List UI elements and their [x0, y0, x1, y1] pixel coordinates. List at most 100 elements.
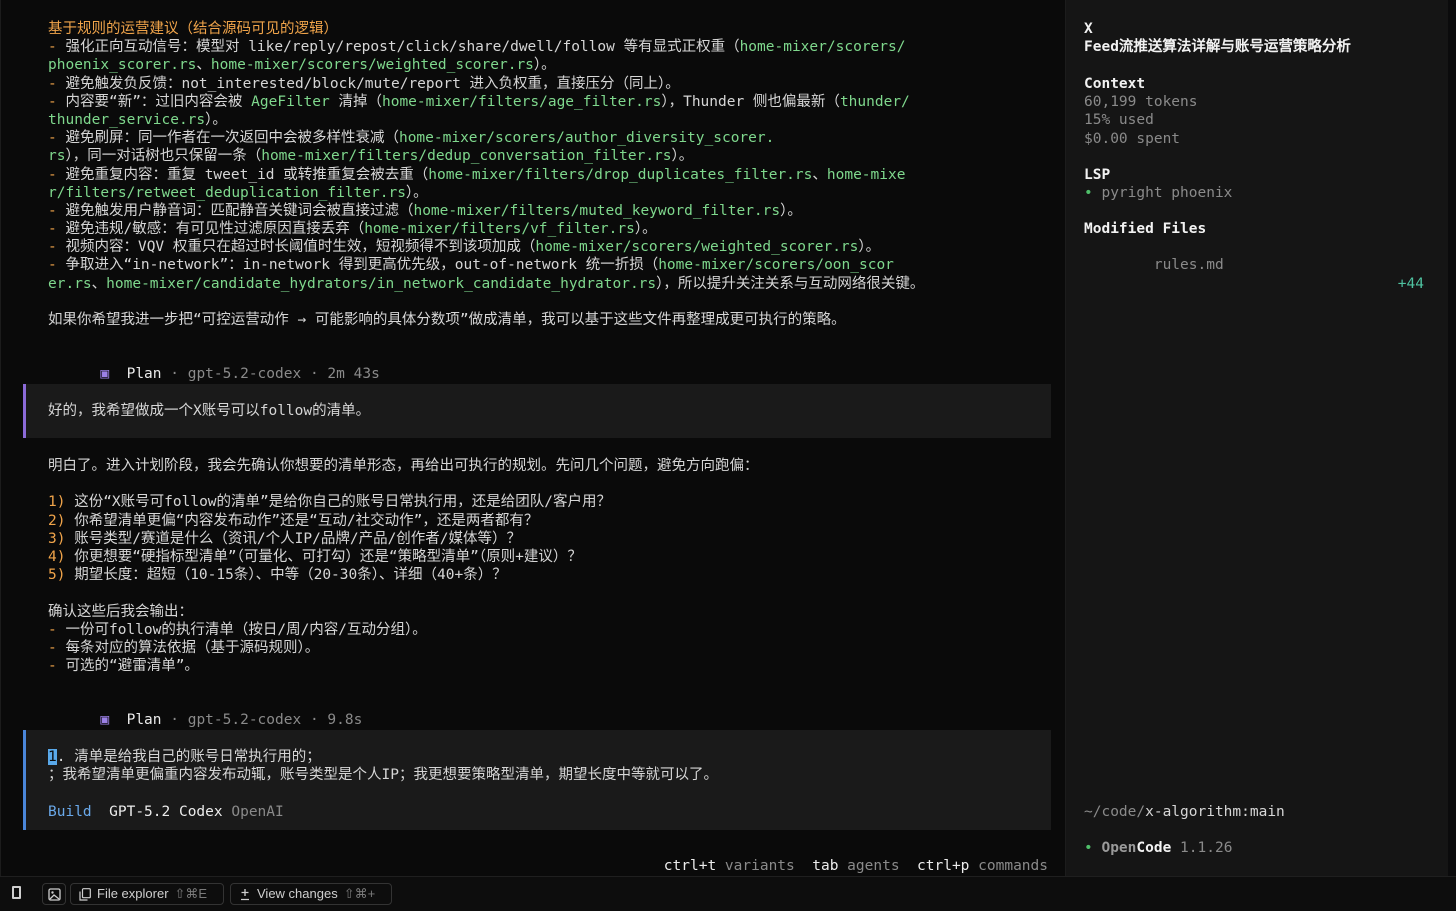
message-line: - 视频内容：VQV 权重只在超过时长阈值时生效，短视频得不到该项加成（home…: [48, 238, 924, 256]
message-line: - 避免违规/敏感：有可见性过滤原因直接丢弃（home-mixer/filter…: [48, 220, 924, 238]
file-path-link[interactable]: rs: [48, 148, 65, 164]
file-path-link[interactable]: thunder_service.rs: [48, 112, 205, 128]
file-path-link[interactable]: AgeFilter: [251, 94, 330, 110]
message-text: -: [48, 39, 66, 56]
message-line: 明白了。进入计划阶段，我会先确认你想要的清单形态，再给出可执行的规划。先问几个问…: [48, 457, 759, 475]
message-line: [48, 584, 759, 602]
file-explorer-label: File explorer: [97, 886, 169, 901]
file-path-link[interactable]: home-mixer/filters/age_filter.rs: [382, 94, 661, 110]
message-text: 4): [48, 548, 75, 565]
status-dot-icon: •: [1084, 185, 1093, 202]
app-window: 基于规则的运营建议（结合源码可见的逻辑） - 强化正向互动信号：模型对 like/…: [0, 0, 1456, 911]
context-section: Context 60,199 tokens 15% used $0.00 spe…: [1084, 75, 1198, 148]
repo-path: ~/code/x-algorithm:main: [1084, 803, 1285, 821]
chat-panel: 基于规则的运营建议（结合源码可见的逻辑） - 强化正向互动信号：模型对 like/…: [0, 0, 1066, 876]
message-text: 5): [48, 567, 75, 584]
hint-commands[interactable]: commands: [978, 858, 1048, 874]
message-line: - 内容要“新”：过旧内容会被 AgeFilter 清掉（home-mixer/…: [48, 93, 924, 111]
message-text: 你希望清单更偏“内容发布动作”还是“互动/社交动作”，还是两者都有？: [74, 512, 539, 529]
file-explorer-button[interactable]: File explorer ⇧⌘E: [70, 883, 224, 905]
message-line: 基于规则的运营建议（结合源码可见的逻辑）: [48, 20, 924, 38]
app-version-line: • OpenCode 1.1.26: [1084, 839, 1232, 857]
message-text: 、: [196, 57, 211, 74]
file-path-link[interactable]: home-mixer/filters/drop_duplicates_filte…: [428, 167, 812, 183]
modified-files-heading: Modified Files: [1084, 221, 1207, 237]
hint-agents[interactable]: agents: [847, 858, 899, 874]
status-mode: Plan: [126, 712, 162, 729]
file-path-link[interactable]: home-mixer/filters/vf_filter.rs: [364, 221, 635, 237]
message-text: ），所以提升关注关系与互动网络很关键。: [656, 275, 925, 292]
sidebar-toggle-icon[interactable]: [12, 886, 21, 902]
message-text: 明白了。进入计划阶段，我会先确认你想要的清单形态，再给出可执行的规划。先问几个问…: [48, 458, 759, 474]
message-line: [48, 293, 924, 311]
file-path-link[interactable]: thunder/: [840, 94, 910, 110]
message-text: ）。: [671, 148, 694, 165]
message-text: 可选的“避雷清单”。: [65, 658, 199, 675]
lsp-server: pyright phoenix: [1101, 185, 1233, 202]
text-cursor: 1: [48, 749, 57, 765]
bottom-toolbar: File explorer ⇧⌘E View changes ⇧⌘+: [0, 876, 1456, 911]
image-button[interactable]: [42, 883, 66, 905]
context-used: 15% used: [1084, 112, 1154, 129]
cost-spent: $0.00 spent: [1084, 130, 1181, 147]
plan-icon: ▣: [100, 366, 110, 383]
model-selector[interactable]: GPT-5.2 Codex: [109, 804, 223, 820]
assistant-message-2: 明白了。进入计划阶段，我会先确认你想要的清单形态，再给出可执行的规划。先问几个问…: [48, 457, 759, 675]
file-path-link[interactable]: home-mixer/scorers/: [740, 39, 906, 55]
keyboard-hints: ctrl+t variants tab agents ctrl+p comman…: [611, 839, 1048, 874]
prompt-text: . 清单是给我自己的账号日常执行用的；: [56, 749, 321, 765]
prompt-line-2[interactable]: ；我希望清单更偏重内容发布动辄，账号类型是个人IP；我更想要策略型清单，期望长度…: [48, 766, 718, 784]
hint-variants[interactable]: variants: [725, 858, 795, 874]
hint-key: ctrl+t: [663, 858, 717, 875]
message-text: 避免触发用户静音词：匹配静音关键词会被直接过滤（: [65, 202, 414, 219]
session-title: X: [1084, 21, 1093, 37]
file-path-link[interactable]: home-mixer/candidate_hydrators/in_networ…: [106, 276, 656, 292]
message-text: -: [48, 166, 66, 183]
message-text: 强化正向互动信号：模型对 like/reply/repost/click/sha…: [65, 39, 740, 56]
file-path-link[interactable]: er.rs: [48, 276, 92, 292]
file-explorer-shortcut: ⇧⌘E: [174, 886, 208, 901]
file-path-link[interactable]: home-mixer/scorers/author_diversity_scor…: [399, 130, 774, 146]
agent-selector[interactable]: Build: [48, 804, 92, 820]
file-path-link[interactable]: home-mixer/scorers/oon_scor: [658, 257, 894, 273]
prompt-input[interactable]: 1. 清单是给我自己的账号日常执行用的； ；我希望清单更偏重内容发布动辄，账号类…: [23, 730, 1051, 830]
prompt-line-1[interactable]: 1. 清单是给我自己的账号日常执行用的；: [48, 748, 321, 766]
modified-file-name[interactable]: rules.md: [1154, 257, 1224, 273]
hint-key: ctrl+p: [917, 858, 970, 875]
message-line: 如果你希望我进一步把“可控运营动作 → 可能影响的具体分数项”做成清单，我可以基…: [48, 311, 924, 329]
message-text: -: [48, 93, 66, 110]
message-text: ）。: [533, 57, 556, 74]
file-path-link[interactable]: phoenix_scorer.rs: [48, 57, 196, 73]
message-text: -: [48, 658, 66, 675]
file-path-link[interactable]: home-mixer/scorers/weighted_scorer.rs: [211, 57, 534, 73]
message-text: 基于规则的运营建议（结合源码可见的逻辑）: [48, 21, 338, 37]
provider-label: OpenAI: [231, 804, 284, 820]
path-prefix: ~/code/: [1084, 804, 1146, 820]
message-text: 每条对应的算法依据（基于源码规则）。: [65, 639, 320, 656]
diff-icon: [241, 888, 249, 900]
file-path-link[interactable]: home-mixer/filters/dedup_conversation_fi…: [261, 148, 671, 164]
session-subtitle: Feed流推送算法详解与账号运营策略分析: [1084, 39, 1351, 56]
modified-file-row[interactable]: rules.md +44: [1084, 238, 1424, 291]
status-model: gpt-5.2-codex: [187, 366, 302, 383]
message-line: - 避免刷屏：同一作者在一次返回中会被多样性衰减（home-mixer/scor…: [48, 129, 924, 147]
message-text: ），同一对话树也只保留一条（: [65, 148, 262, 165]
message-text: -: [48, 639, 66, 656]
message-text: -: [48, 621, 66, 638]
message-line: r/filters/retweet_deduplication_filter.r…: [48, 184, 924, 202]
file-path-link[interactable]: r/filters/retweet_deduplication_filter.r…: [48, 185, 406, 201]
file-path-link[interactable]: home-mixe: [827, 167, 906, 183]
app-name-code: Code: [1136, 840, 1172, 856]
context-heading: Context: [1084, 76, 1146, 92]
copy-files-icon: [79, 887, 91, 901]
message-line: 确认这些后我会输出：: [48, 603, 759, 621]
status-dot-icon: •: [1084, 840, 1093, 856]
file-path-link[interactable]: home-mixer/filters/muted_keyword_filter.…: [413, 203, 780, 219]
message-line: - 避免重复内容：重复 tweet_id 或转推重复会被去重（home-mixe…: [48, 166, 924, 184]
message-text: ），Thunder 侧也偏最新（: [661, 93, 840, 110]
session-sidebar: X Feed流推送算法详解与账号运营策略分析 Context 60,199 to…: [1066, 0, 1448, 876]
modified-files-section: Modified Files rules.md +44: [1084, 220, 1424, 292]
view-changes-button[interactable]: View changes ⇧⌘+: [230, 883, 392, 905]
file-path-link[interactable]: home-mixer/scorers/weighted_scorer.rs: [535, 239, 858, 255]
message-text: -: [48, 221, 66, 238]
